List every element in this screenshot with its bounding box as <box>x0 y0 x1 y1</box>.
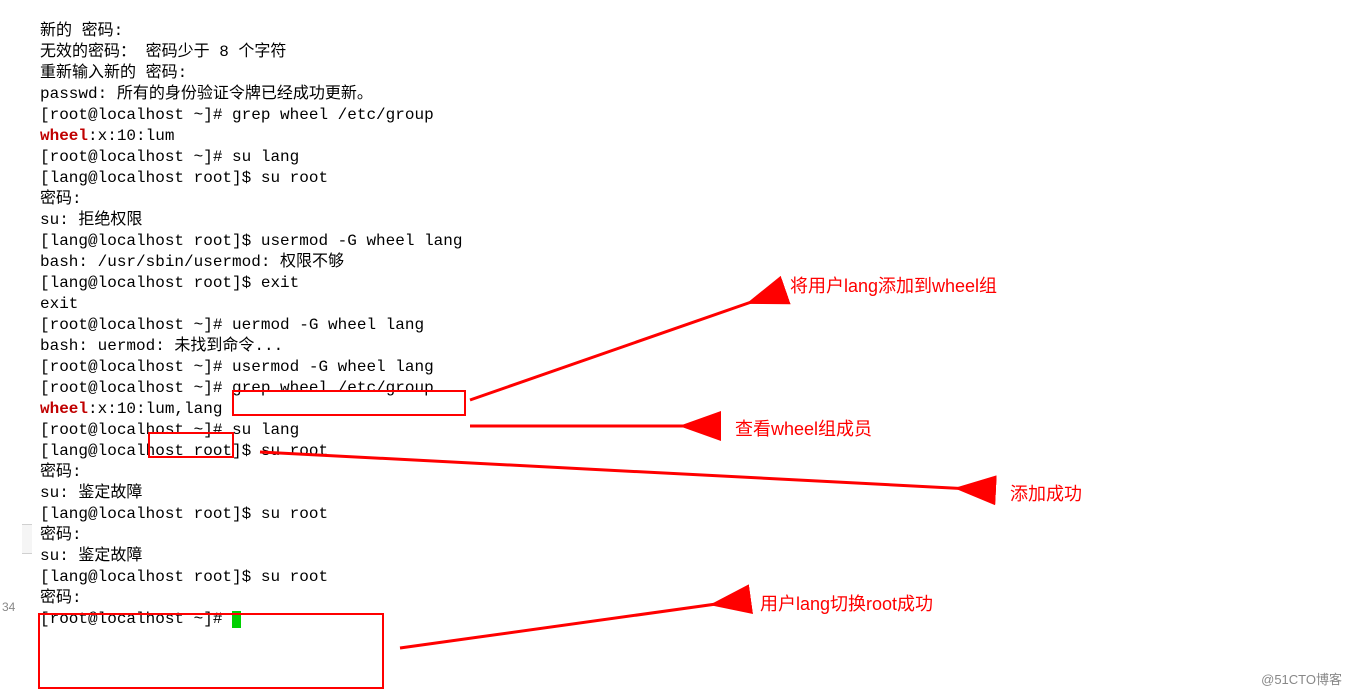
arrow-4 <box>400 600 745 648</box>
arrow-1 <box>470 292 780 400</box>
arrows <box>0 0 1360 694</box>
watermark: @51CTO博客 <box>1261 669 1342 688</box>
annotation-3: 添加成功 <box>1010 480 1082 506</box>
annotation-4: 用户lang切换root成功 <box>760 590 933 616</box>
annotation-1: 将用户lang添加到wheel组 <box>790 272 997 298</box>
arrow-3 <box>260 452 990 490</box>
annotation-2: 查看wheel组成员 <box>735 415 872 441</box>
